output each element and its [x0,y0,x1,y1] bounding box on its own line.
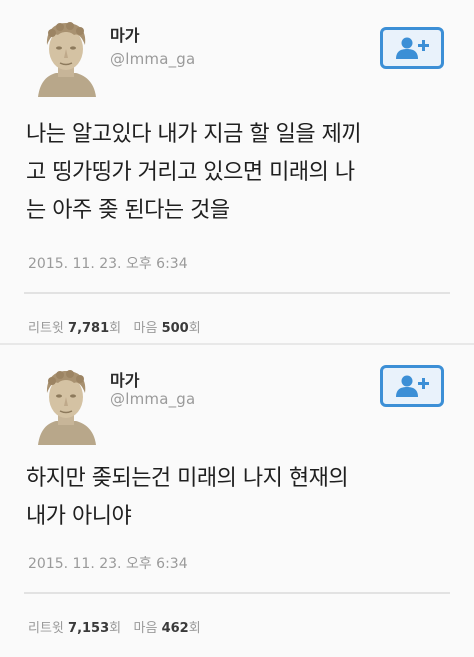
retweets-suffix: 회 [109,321,122,336]
avatar[interactable] [30,15,102,97]
avatar[interactable] [30,363,102,445]
tweet-text-line: 나는 알고있다 내가 지금 할 일을 제끼 [26,122,362,147]
tweet-stats: 리트윗 7,153회 마음 462회 [28,617,201,636]
tweet-screenshot: 마가 @lmma_ga 나는 알고있다 내가 지금 할 일을 제끼 고 띵가띵가… [0,0,474,657]
tweet-text-line: 하지만 좆되는건 미래의 나지 현재의 [26,466,349,491]
display-name[interactable]: 마가 [110,367,139,391]
tweet-stats: 리트윗 7,781회 마음 500회 [28,317,201,336]
add-user-icon [396,37,429,59]
tweet-text: 하지만 좆되는건 미래의 나지 현재의 내가 아니야 [26,460,456,536]
likes-label: 마음 [133,621,158,636]
user-handle[interactable]: @lmma_ga [110,50,195,68]
add-user-icon [396,375,429,397]
tweet-text-line: 내가 아니야 [26,504,132,529]
follow-button[interactable] [380,365,444,407]
timestamp[interactable]: 2015. 11. 23. 오후 6:34 [28,253,188,273]
statue-bust-icon [30,363,102,445]
tweet-text-line: 는 아주 좆 된다는 것을 [26,198,230,223]
retweets-label: 리트윗 [28,621,64,636]
display-name[interactable]: 마가 [110,22,139,46]
timestamp[interactable]: 2015. 11. 23. 오후 6:34 [28,553,188,573]
like-count[interactable]: 462 [162,621,189,636]
likes-suffix: 회 [188,321,201,336]
likes-label: 마음 [133,321,158,336]
tweet-text: 나는 알고있다 내가 지금 할 일을 제끼 고 띵가띵가 거리고 있으면 미래의… [26,116,456,230]
follow-button[interactable] [380,27,444,69]
likes-suffix: 회 [188,621,201,636]
tweet-card: 마가 @lmma_ga 나는 알고있다 내가 지금 할 일을 제끼 고 띵가띵가… [0,0,474,345]
divider [24,292,450,294]
retweet-count[interactable]: 7,781 [68,321,109,336]
tweet-text-line: 고 띵가띵가 거리고 있으면 미래의 나 [26,160,355,185]
retweets-suffix: 회 [109,621,122,636]
retweet-count[interactable]: 7,153 [68,621,109,636]
tweet-card: 마가 @lmma_ga 하지만 좆되는건 미래의 나지 현재의 내가 아니야 2… [0,345,474,657]
divider [24,592,450,594]
user-handle[interactable]: @lmma_ga [110,390,195,408]
like-count[interactable]: 500 [162,321,189,336]
retweets-label: 리트윗 [28,321,64,336]
statue-bust-icon [30,15,102,97]
